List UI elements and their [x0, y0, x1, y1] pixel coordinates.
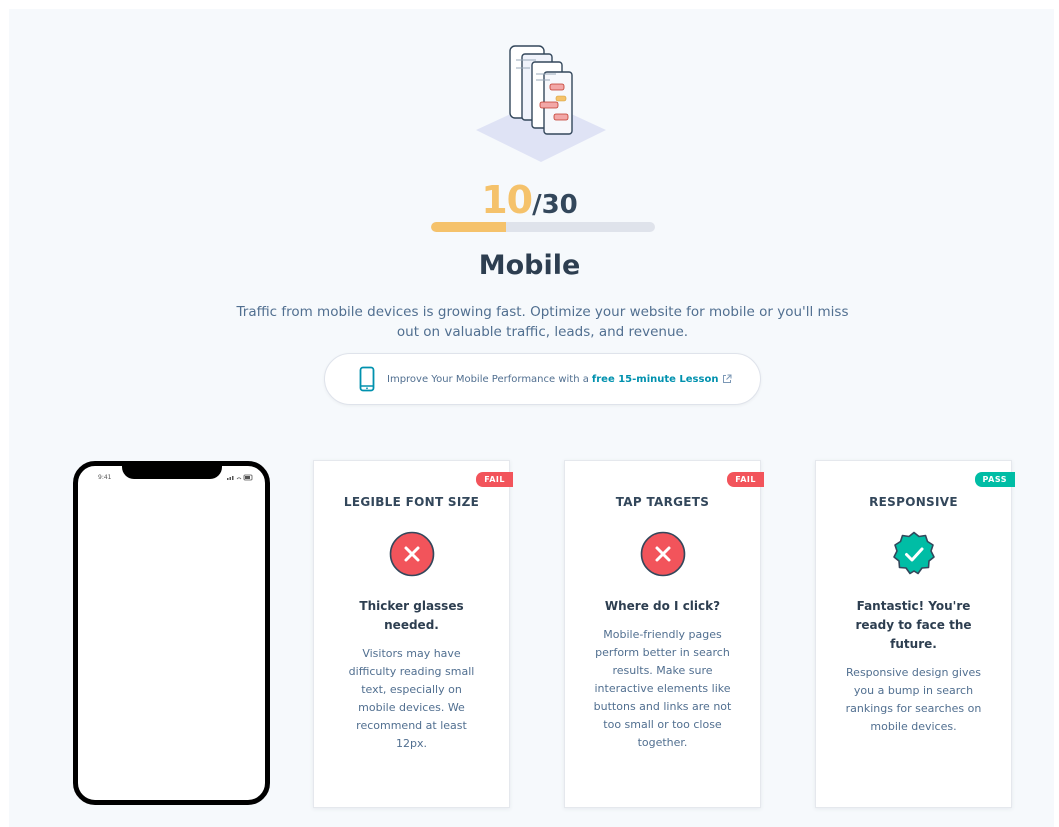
- card-body: Responsive design gives you a bump in se…: [845, 666, 982, 733]
- mobile-preview-frame: 9:41: [73, 461, 270, 805]
- phone-status-time: 9:41: [98, 474, 112, 481]
- card-headline: Fantastic! You're ready to face the futu…: [855, 599, 972, 651]
- lesson-link[interactable]: free 15-minute Lesson: [592, 374, 719, 385]
- score-current: 10: [481, 178, 533, 222]
- status-badge: FAIL: [727, 472, 764, 487]
- card-title: TAP TARGETS: [615, 495, 710, 509]
- score-display: 10/30: [0, 178, 1059, 222]
- card-title: RESPONSIVE: [869, 495, 958, 509]
- check-card-legible-font-size: FAIL LEGIBLE FONT SIZE Thicker glasses n…: [313, 460, 513, 808]
- card-headline: Where do I click?: [604, 599, 721, 613]
- phone-icon: [359, 366, 375, 392]
- lesson-text: Improve Your Mobile Performance with a: [387, 373, 589, 385]
- section-description: Traffic from mobile devices is growing f…: [236, 304, 849, 340]
- mobile-illustration-icon: [476, 45, 606, 162]
- section-title: Mobile: [478, 250, 581, 281]
- score-progress-bar: [431, 222, 655, 232]
- check-card-responsive: PASS RESPONSIVE Fantastic! You're ready …: [815, 460, 1015, 808]
- pass-check-icon: [892, 531, 935, 575]
- score-total: /30: [532, 190, 578, 220]
- phone-status-icons: [227, 474, 253, 481]
- card-headline: Thicker glasses needed.: [359, 599, 464, 632]
- fail-x-icon: [640, 531, 685, 577]
- card-body: Mobile-friendly pages perform better in …: [593, 628, 732, 749]
- status-badge: PASS: [974, 472, 1015, 487]
- card-body: Visitors may have difficulty reading sma…: [348, 647, 475, 750]
- external-link-icon[interactable]: [722, 374, 732, 384]
- phone-notch: [122, 461, 222, 479]
- score-progress-fill: [431, 222, 506, 232]
- check-card-tap-targets: FAIL TAP TARGETS Where do I click? Mobil…: [564, 460, 764, 808]
- status-badge: FAIL: [476, 472, 513, 487]
- fail-x-icon: [389, 531, 434, 577]
- card-title: LEGIBLE FONT SIZE: [343, 495, 480, 509]
- lesson-banner: Improve Your Mobile Performance with a f…: [324, 353, 761, 405]
